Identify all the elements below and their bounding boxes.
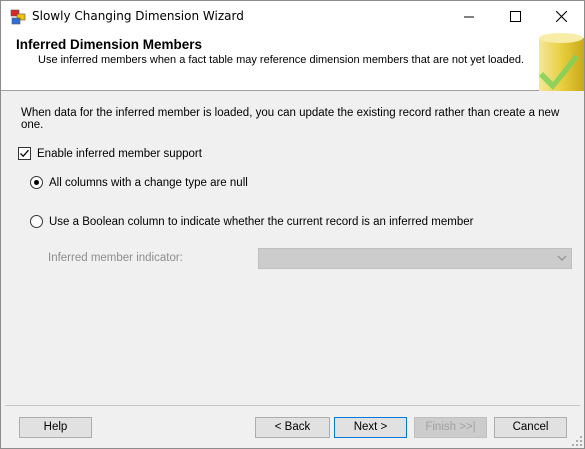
- finish-button[interactable]: Finish >>|: [414, 417, 487, 438]
- radio-boolean-column-label[interactable]: Use a Boolean column to indicate whether…: [49, 216, 473, 228]
- checkmark-icon: [20, 149, 29, 158]
- minimize-button[interactable]: [446, 1, 492, 32]
- page-title: Inferred Dimension Members: [16, 37, 203, 52]
- radio-boolean-column[interactable]: [30, 215, 43, 228]
- minimize-icon: [463, 16, 474, 18]
- resize-grip-icon[interactable]: [572, 436, 582, 446]
- maximize-icon: [509, 11, 521, 22]
- radio-columns-null-label[interactable]: All columns with a change type are null: [49, 177, 248, 189]
- description-text: When data for the inferred member is loa…: [21, 107, 560, 131]
- next-button[interactable]: Next >: [334, 417, 407, 438]
- back-button[interactable]: < Back: [255, 417, 330, 438]
- title-bar[interactable]: Slowly Changing Dimension Wizard: [1, 1, 584, 32]
- footer-divider: [5, 405, 580, 406]
- wizard-banner-graphic: [539, 33, 584, 91]
- wizard-app-icon: [10, 9, 26, 25]
- inferred-indicator-dropdown[interactable]: [258, 248, 572, 269]
- close-button[interactable]: [538, 1, 584, 32]
- cancel-button[interactable]: Cancel: [494, 417, 567, 438]
- maximize-button[interactable]: [492, 1, 538, 32]
- window-title: Slowly Changing Dimension Wizard: [32, 9, 244, 23]
- enable-inferred-label[interactable]: Enable inferred member support: [37, 148, 202, 160]
- close-icon: [555, 11, 567, 22]
- chevron-down-icon: [557, 255, 567, 261]
- inferred-indicator-label: Inferred member indicator:: [48, 252, 183, 264]
- wizard-window: Slowly Changing Dimension Wizard Inferre…: [0, 0, 585, 449]
- page-subtitle: Use inferred members when a fact table m…: [38, 54, 525, 66]
- help-button[interactable]: Help: [19, 417, 92, 438]
- radio-columns-null[interactable]: [30, 176, 43, 189]
- enable-inferred-checkbox[interactable]: [18, 147, 31, 160]
- page-header-banner: Inferred Dimension Members Use inferred …: [1, 32, 584, 91]
